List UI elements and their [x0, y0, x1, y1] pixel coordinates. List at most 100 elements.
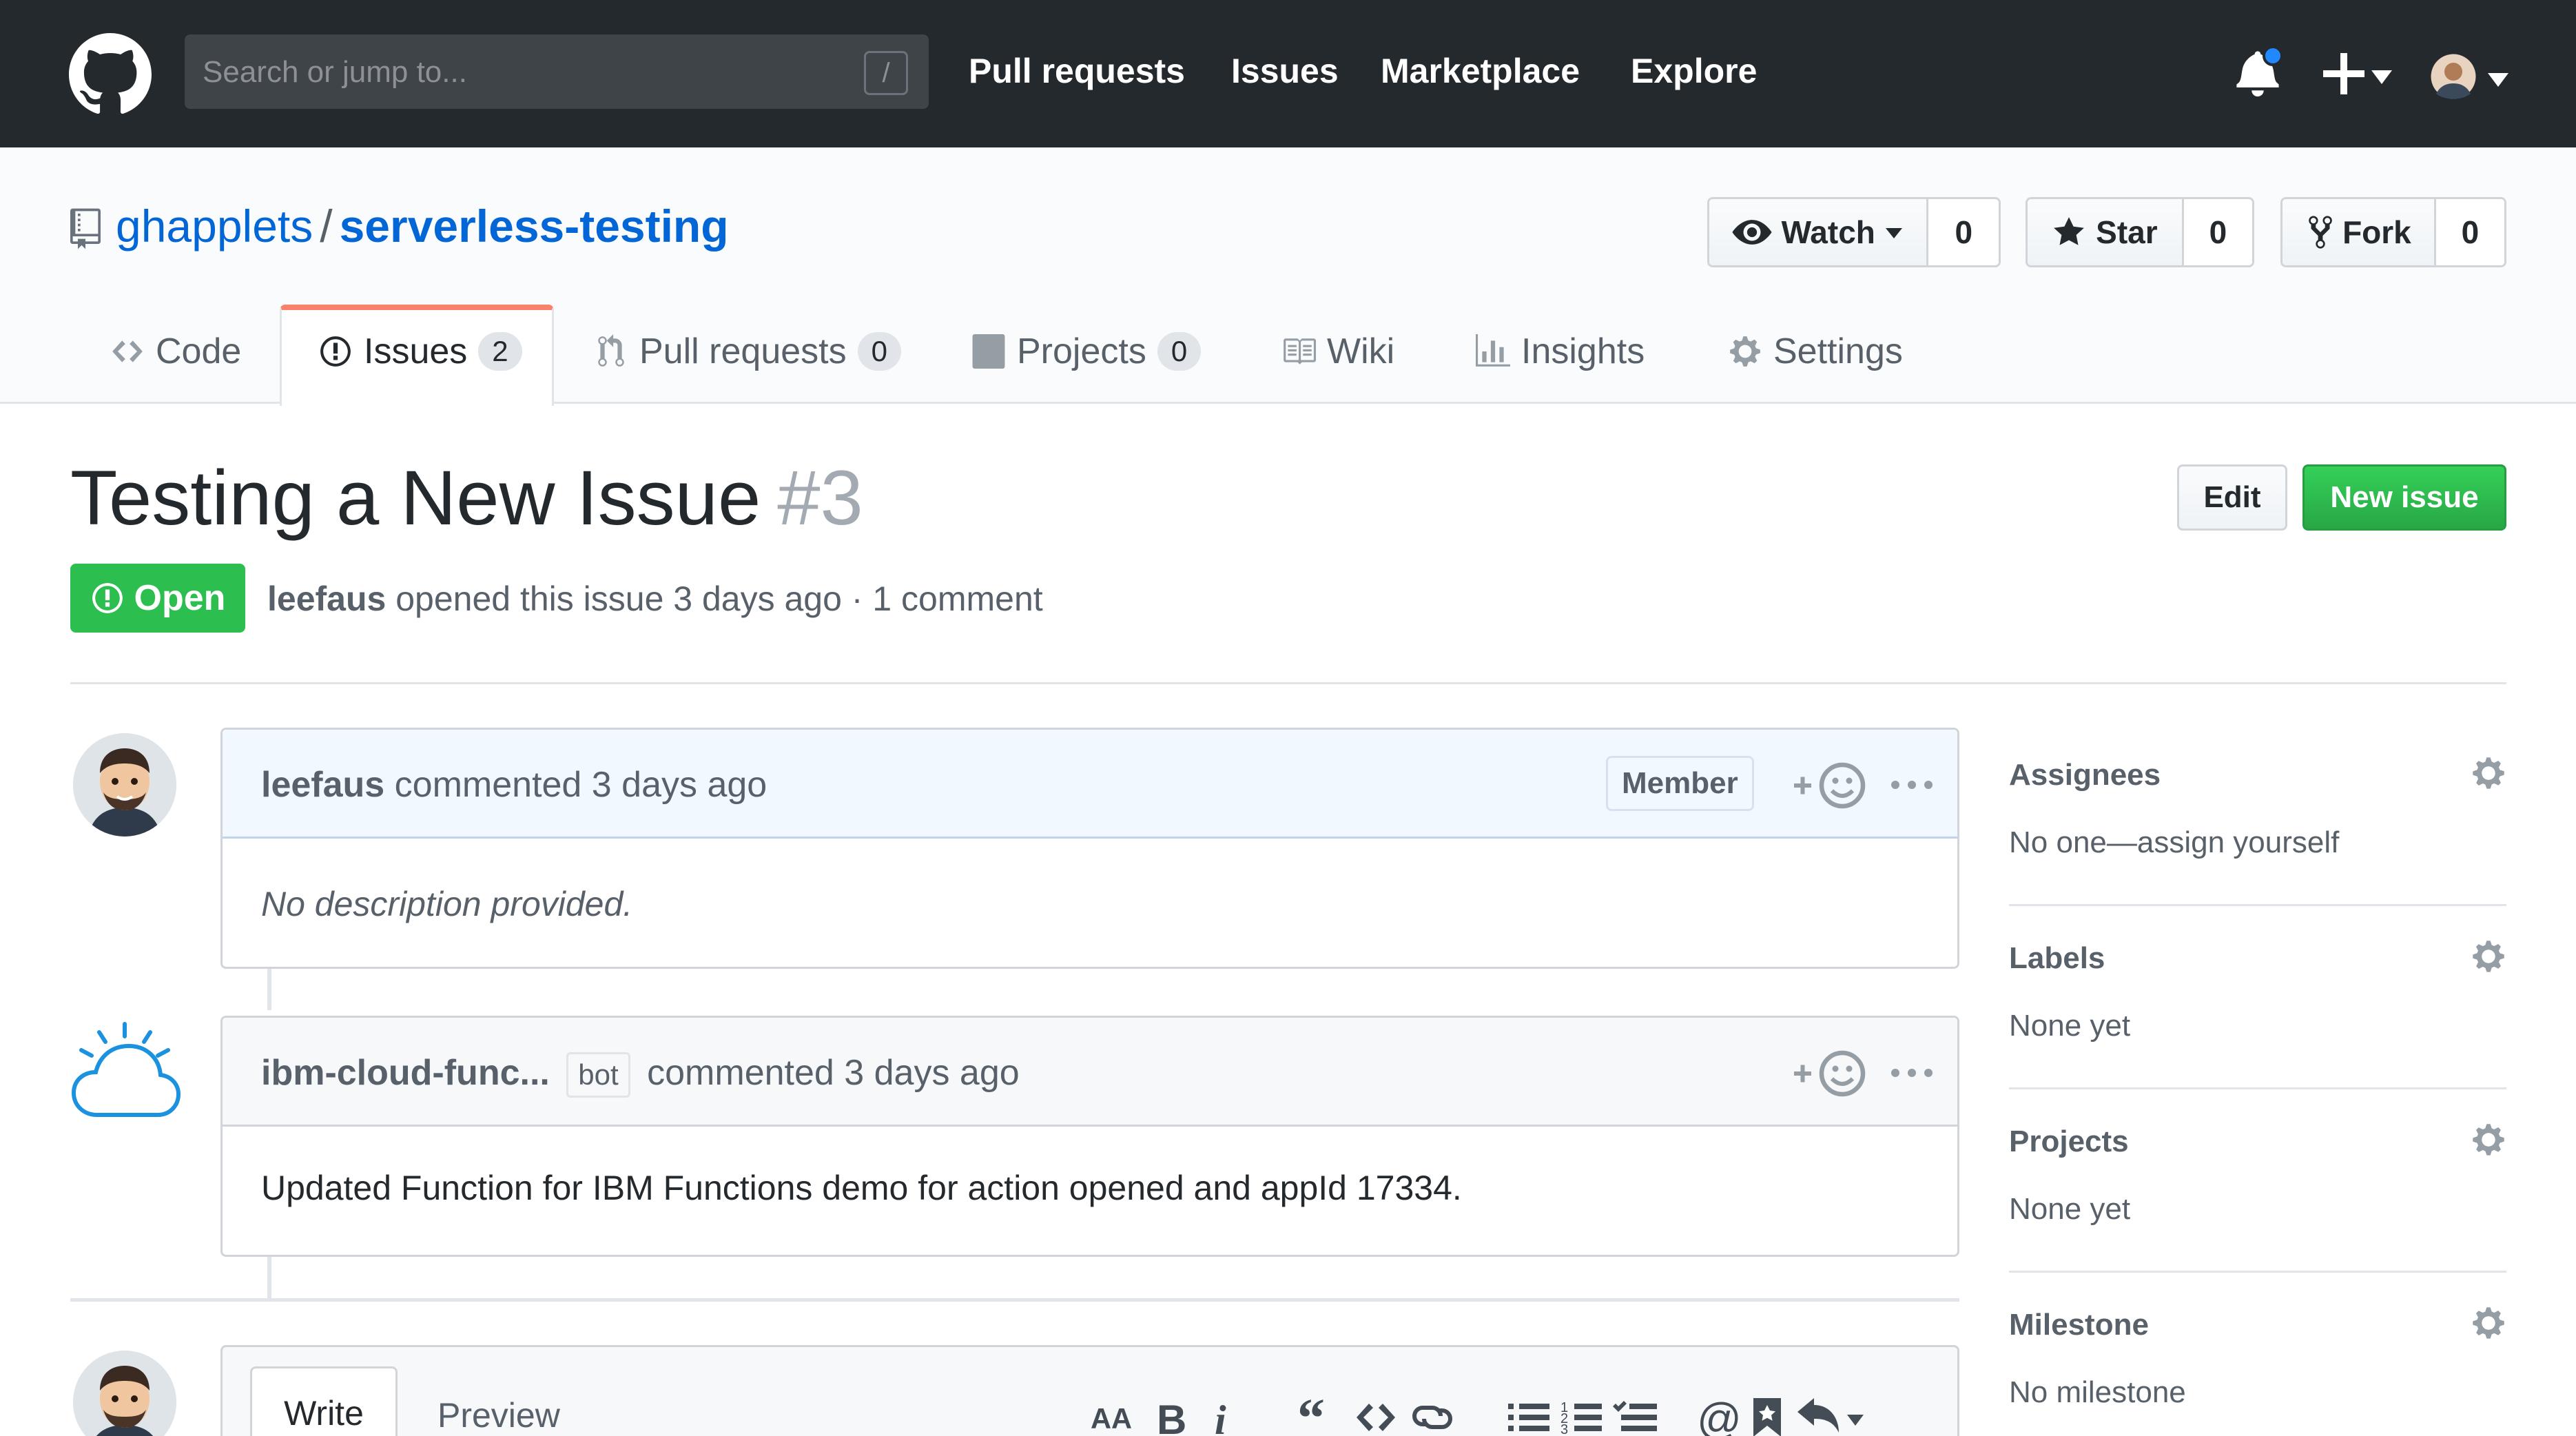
search-shortcut-hint: /	[864, 51, 908, 95]
bulleted-list-icon[interactable]	[1508, 1395, 1552, 1436]
gear-icon[interactable]	[2471, 755, 2506, 791]
mention-icon[interactable]: @	[1697, 1395, 1741, 1436]
more-options-icon[interactable]	[1887, 764, 1937, 806]
sidebar-divider	[2009, 1271, 2506, 1273]
pull-request-icon	[598, 334, 624, 367]
eye-icon	[1732, 220, 1772, 245]
repo-breadcrumb: ghapplets / serverless-testing	[116, 200, 729, 252]
create-new-dropdown-icon[interactable]	[2316, 50, 2392, 98]
sidebar-heading: Labels	[2009, 941, 2105, 975]
comment-byline: ibm-cloud-func... bot commented 3 days a…	[261, 1052, 1020, 1098]
sidebar-heading: Projects	[2009, 1125, 2129, 1158]
fork-button-group: Fork 0	[2280, 197, 2506, 267]
tab-insights[interactable]: Insights	[1476, 331, 1645, 372]
assign-yourself-link[interactable]: No one—assign yourself	[2009, 825, 2506, 860]
sidebar-heading: Assignees	[2009, 758, 2161, 792]
issue-state-label: Open	[134, 578, 226, 618]
graph-icon	[1476, 334, 1510, 367]
labels-value: None yet	[2009, 1009, 2131, 1043]
tab-issues[interactable]: Issues 2	[318, 331, 522, 372]
tab-pull-requests[interactable]: Pull requests 0	[594, 331, 901, 372]
user-avatar-illustration	[73, 733, 176, 837]
issue-number: #3	[777, 455, 863, 541]
fork-label: Fork	[2342, 214, 2411, 250]
add-reaction-icon[interactable]	[1791, 761, 1873, 810]
avatar	[73, 1351, 176, 1436]
timeline-connector	[267, 969, 271, 1010]
bold-icon[interactable]: B	[1151, 1395, 1195, 1436]
comment-timestamp[interactable]: commented 3 days ago	[395, 765, 767, 805]
sidebar-heading: Milestone	[2009, 1308, 2149, 1342]
star-count[interactable]: 0	[2181, 199, 2252, 265]
repo-separator: /	[320, 201, 333, 252]
avatar[interactable]	[73, 733, 176, 837]
link-icon[interactable]	[1410, 1395, 1454, 1436]
header-text-icon[interactable]: AA	[1091, 1395, 1135, 1436]
watch-button[interactable]: Watch	[1709, 199, 1927, 265]
github-logo-icon[interactable]	[69, 33, 152, 116]
unread-indicator	[2263, 45, 2283, 66]
edit-button[interactable]: Edit	[2177, 464, 2287, 531]
watch-count[interactable]: 0	[1926, 199, 1999, 265]
code-icon[interactable]	[1354, 1395, 1398, 1436]
book-icon	[1284, 338, 1316, 365]
issue-meta-text: opened this issue 3 days ago · 1 comment	[395, 579, 1043, 618]
avatar[interactable]	[66, 1017, 183, 1134]
svg-text:3: 3	[1560, 1422, 1568, 1436]
issue-author-link[interactable]: leefaus	[267, 579, 386, 618]
user-avatar-dropdown-icon[interactable]	[2429, 52, 2512, 101]
sidebar-projects: Projects None yet	[2009, 1122, 2506, 1227]
fork-count[interactable]: 0	[2433, 199, 2504, 265]
tab-wiki[interactable]: Wiki	[1281, 331, 1394, 372]
issue-meta: leefaus opened this issue 3 days ago · 1…	[267, 579, 1043, 619]
comment-author-link[interactable]: ibm-cloud-func...	[261, 1053, 550, 1093]
nav-pull-requests[interactable]: Pull requests	[969, 51, 1185, 91]
sidebar-assignees: Assignees No one—assign yourself	[2009, 755, 2506, 860]
bot-label: bot	[566, 1052, 630, 1098]
write-tab[interactable]: Write	[250, 1366, 398, 1436]
bookmark-icon[interactable]	[1745, 1395, 1789, 1436]
preview-tab[interactable]: Preview	[437, 1395, 560, 1435]
repo-name-link[interactable]: serverless-testing	[340, 201, 729, 252]
reply-dropdown-icon[interactable]	[1797, 1395, 1866, 1436]
tab-insights-label: Insights	[1521, 331, 1645, 371]
task-list-icon[interactable]	[1613, 1395, 1657, 1436]
quote-icon[interactable]: “	[1297, 1395, 1341, 1436]
nav-explore[interactable]: Explore	[1631, 51, 1757, 91]
add-reaction-icon[interactable]	[1791, 1049, 1873, 1098]
more-options-icon[interactable]	[1887, 1052, 1937, 1094]
fork-icon	[2309, 216, 2332, 249]
star-button[interactable]: Star	[2028, 199, 2182, 265]
search-input[interactable]: Search or jump to... /	[185, 34, 929, 109]
italic-icon[interactable]: i	[1201, 1395, 1245, 1436]
comment-author-link[interactable]: leefaus	[261, 765, 384, 805]
tab-projects[interactable]: Projects 0	[971, 331, 1202, 372]
nav-marketplace[interactable]: Marketplace	[1381, 51, 1580, 91]
timeline-end-divider	[70, 1298, 1959, 1302]
project-icon	[972, 334, 1005, 369]
header-divider	[70, 682, 2506, 684]
gear-icon[interactable]	[2471, 1122, 2506, 1158]
nav-issues[interactable]: Issues	[1231, 51, 1339, 91]
code-icon	[112, 340, 143, 362]
tab-settings[interactable]: Settings	[1728, 331, 1903, 372]
numbered-list-icon[interactable]: 123	[1560, 1395, 1605, 1436]
gear-icon[interactable]	[2471, 938, 2506, 974]
tab-pull-requests-label: Pull requests	[639, 331, 847, 371]
fork-button[interactable]: Fork	[2283, 199, 2434, 265]
timeline-connector	[267, 1257, 271, 1298]
comment-card: ibm-cloud-func... bot commented 3 days a…	[220, 1016, 1959, 1257]
sidebar-milestone: Milestone No milestone	[2009, 1305, 2506, 1410]
issue-title-text: Testing a New Issue	[70, 455, 761, 541]
repo-owner-link[interactable]: ghapplets	[116, 201, 313, 252]
comment-body: Updated Function for IBM Functions demo …	[261, 1169, 1462, 1207]
member-label: Member	[1606, 756, 1754, 811]
tab-settings-label: Settings	[1773, 331, 1903, 371]
svg-text:B: B	[1157, 1397, 1186, 1436]
gear-icon[interactable]	[2471, 1305, 2506, 1341]
sidebar-divider	[2009, 904, 2506, 906]
tab-code[interactable]: Code	[110, 331, 241, 372]
comment-timestamp[interactable]: commented 3 days ago	[647, 1053, 1020, 1093]
new-issue-button[interactable]: New issue	[2302, 464, 2506, 531]
comment-editor: Write Preview AA B i “ 123 @	[220, 1345, 1959, 1436]
